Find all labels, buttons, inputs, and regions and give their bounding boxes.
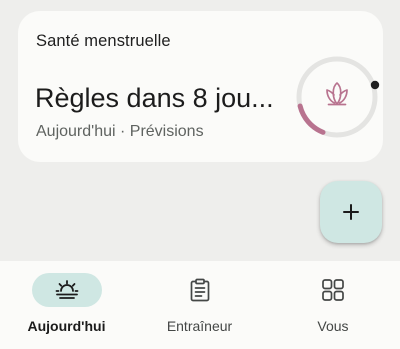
bottom-navigation: Aujourd'hui Entraîneur Vous bbox=[0, 261, 400, 349]
nav-label-you: Vous bbox=[317, 318, 349, 334]
today-marker bbox=[370, 80, 380, 90]
period-prediction-text: Règles dans 8 jou... bbox=[35, 83, 274, 113]
nav-icon-container bbox=[298, 273, 368, 307]
lotus-icon bbox=[326, 82, 348, 106]
cycle-progress-ring bbox=[296, 56, 380, 138]
plus-icon bbox=[343, 204, 359, 220]
nav-icon-container bbox=[165, 273, 235, 307]
card-subtitle: Aujourd'hui · Prévisions bbox=[36, 123, 204, 140]
card-title: Santé menstruelle bbox=[36, 32, 171, 50]
sunrise-icon bbox=[55, 280, 78, 299]
clipboard-icon bbox=[190, 278, 209, 302]
nav-item-coach[interactable]: Entraîneur bbox=[133, 261, 266, 349]
screen: Santé menstruelle Règles dans 8 jou... A… bbox=[0, 0, 400, 349]
nav-active-indicator bbox=[31, 273, 102, 307]
nav-label-today: Aujourd'hui bbox=[27, 318, 106, 334]
add-button[interactable] bbox=[320, 181, 382, 243]
menstrual-health-card[interactable]: Santé menstruelle Règles dans 8 jou... A… bbox=[18, 11, 383, 162]
grid-icon bbox=[322, 279, 344, 301]
nav-item-you[interactable]: Vous bbox=[266, 261, 400, 349]
nav-item-today[interactable]: Aujourd'hui bbox=[0, 261, 133, 349]
period-arc bbox=[297, 103, 326, 135]
nav-label-coach: Entraîneur bbox=[166, 318, 233, 334]
